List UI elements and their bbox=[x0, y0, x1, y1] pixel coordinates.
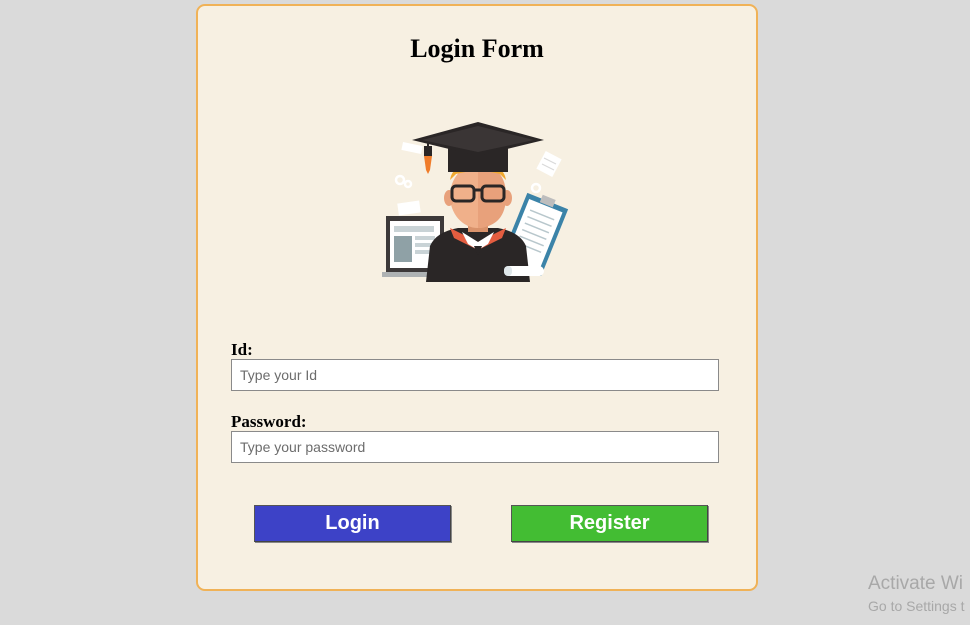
password-label: Password: bbox=[231, 412, 307, 431]
password-input[interactable] bbox=[231, 431, 719, 463]
login-card: Login Form Id: Type your Id Password: Lo… bbox=[196, 4, 758, 591]
register-button[interactable]: Register bbox=[511, 505, 708, 542]
login-button[interactable]: Login bbox=[254, 505, 451, 542]
graduate-student-illustration bbox=[382, 122, 569, 282]
id-input[interactable] bbox=[231, 359, 719, 391]
activation-watermark-subtitle: Go to Settings t bbox=[868, 598, 965, 614]
activation-watermark-title: Activate Wi bbox=[868, 573, 964, 594]
form-title: Login Form bbox=[410, 34, 544, 63]
id-label: Id: bbox=[231, 340, 253, 359]
